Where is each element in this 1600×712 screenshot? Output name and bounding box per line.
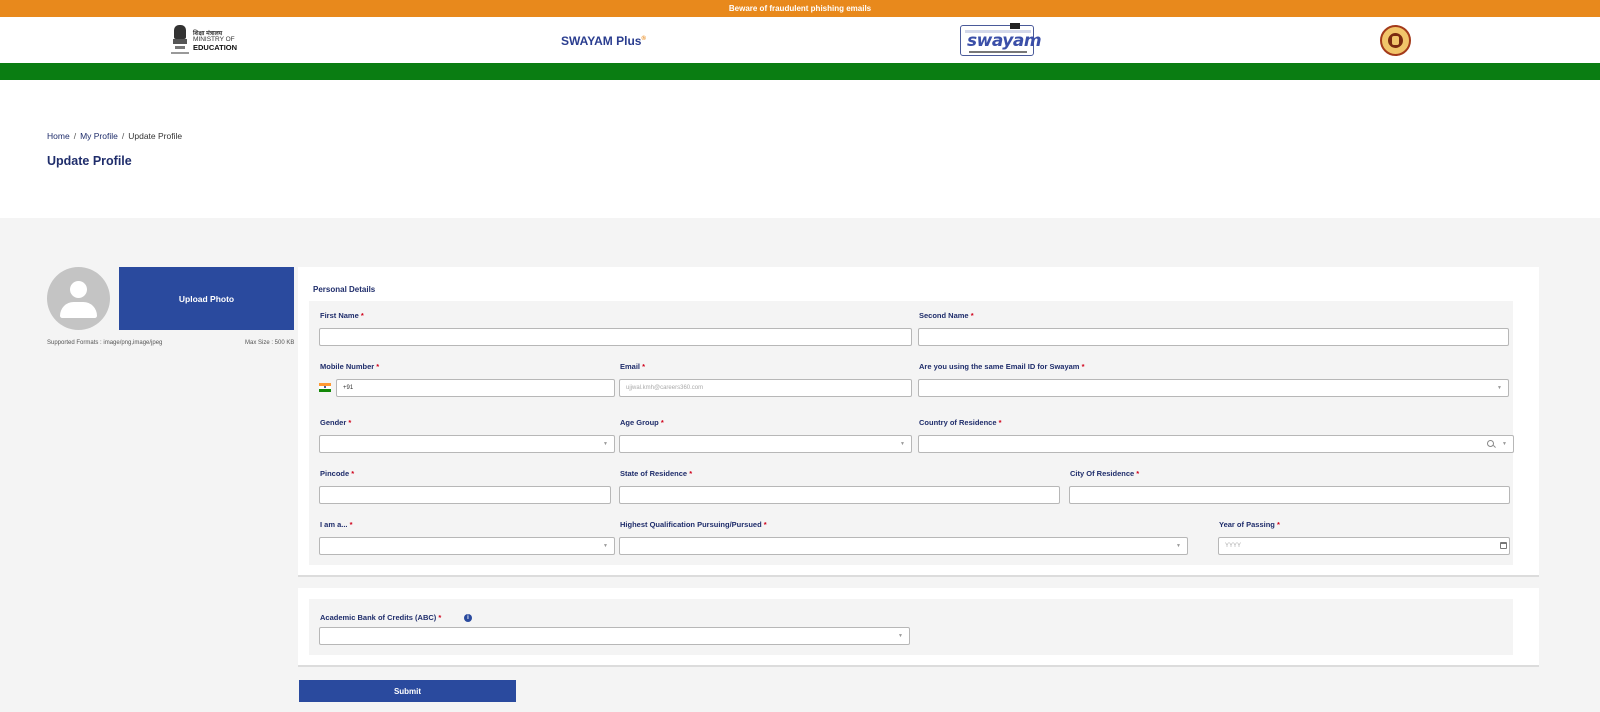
first-name-label: First Name * xyxy=(320,311,364,320)
qualification-select[interactable]: ▼ xyxy=(619,537,1188,555)
phishing-alert-banner: Beware of fraudulent phishing emails xyxy=(0,0,1600,17)
swayam-plus-text: SWAYAM Plus xyxy=(561,34,642,48)
breadcrumb-separator: / xyxy=(73,131,77,141)
abc-label: Academic Bank of Credits (ABC) * xyxy=(320,613,442,622)
gender-label: Gender * xyxy=(320,418,352,427)
first-name-input[interactable] xyxy=(319,328,912,346)
header-green-band xyxy=(0,63,1600,80)
email-label: Email * xyxy=(620,362,646,371)
state-input[interactable] xyxy=(619,486,1060,504)
ministry-of-education-logo[interactable]: शिक्षा मंत्रालय MINISTRY OF EDUCATION xyxy=(171,24,237,58)
chevron-down-icon: ▼ xyxy=(1502,441,1507,447)
breadcrumb-separator: / xyxy=(121,131,125,141)
chevron-down-icon: ▼ xyxy=(603,441,608,447)
pincode-label: Pincode * xyxy=(320,469,355,478)
abc-select[interactable]: ▼ xyxy=(319,627,910,645)
site-header xyxy=(0,17,1600,63)
submit-button[interactable]: Submit xyxy=(299,680,516,702)
country-select[interactable]: ▼ xyxy=(918,435,1514,453)
title-section xyxy=(0,80,1600,218)
chevron-down-icon: ▼ xyxy=(603,543,608,549)
year-of-passing-input[interactable]: YYYY xyxy=(1218,537,1510,555)
qualification-label: Highest Qualification Pursuing/Pursued * xyxy=(620,520,767,529)
calendar-icon[interactable] xyxy=(1500,542,1507,549)
chevron-down-icon: ▼ xyxy=(900,441,905,447)
pincode-input[interactable] xyxy=(319,486,611,504)
swayam-logo-text: swayam xyxy=(967,31,1042,51)
breadcrumb-my-profile[interactable]: My Profile xyxy=(80,131,118,141)
user-icon xyxy=(70,281,87,298)
national-emblem-icon xyxy=(171,25,189,57)
i-am-select[interactable]: ▼ xyxy=(319,537,615,555)
same-email-select[interactable]: ▼ xyxy=(918,379,1509,397)
mobile-number-input[interactable]: +91 xyxy=(336,379,615,397)
institute-seal-logo[interactable] xyxy=(1380,25,1411,56)
country-label: Country of Residence * xyxy=(919,418,1002,427)
chevron-down-icon: ▼ xyxy=(1497,385,1502,391)
swayam-plus-mark: ® xyxy=(641,36,646,42)
breadcrumb: Home / My Profile / Update Profile xyxy=(47,131,182,141)
moe-line2: EDUCATION xyxy=(193,42,238,52)
breadcrumb-current: Update Profile xyxy=(128,131,183,141)
year-of-passing-label: Year of Passing * xyxy=(1219,520,1280,529)
info-icon[interactable]: i xyxy=(464,614,472,622)
state-label: State of Residence * xyxy=(620,469,693,478)
mobile-number-label: Mobile Number * xyxy=(320,362,380,371)
city-input[interactable] xyxy=(1069,486,1510,504)
personal-details-title: Personal Details xyxy=(313,285,376,294)
second-name-input[interactable] xyxy=(918,328,1509,346)
chevron-down-icon: ▼ xyxy=(898,633,903,639)
age-group-label: Age Group * xyxy=(620,418,664,427)
supported-formats-text: Supported Formats : image/png,image/jpeg xyxy=(47,340,163,346)
breadcrumb-home[interactable]: Home xyxy=(47,131,70,141)
avatar xyxy=(47,267,110,330)
graduation-cap-icon xyxy=(1010,23,1020,29)
search-icon xyxy=(1487,440,1494,447)
swayam-logo[interactable]: swayam xyxy=(960,23,1042,56)
i-am-label: I am a... * xyxy=(320,520,353,529)
same-email-label: Are you using the same Email ID for Sway… xyxy=(919,362,1085,371)
upload-photo-button[interactable]: Upload Photo xyxy=(119,267,294,330)
email-input: ujjwal.kmh@careers360.com xyxy=(619,379,912,397)
chevron-down-icon: ▼ xyxy=(1176,543,1181,549)
swayam-plus-logo[interactable]: SWAYAM Plus® xyxy=(561,34,646,48)
max-size-text: Max Size : 500 KB xyxy=(245,340,295,346)
second-name-label: Second Name * xyxy=(919,311,974,320)
gender-select[interactable]: ▼ xyxy=(319,435,615,453)
city-label: City Of Residence * xyxy=(1070,469,1140,478)
age-group-select[interactable]: ▼ xyxy=(619,435,912,453)
page-title: Update Profile xyxy=(47,154,132,168)
india-flag-icon xyxy=(319,383,331,392)
